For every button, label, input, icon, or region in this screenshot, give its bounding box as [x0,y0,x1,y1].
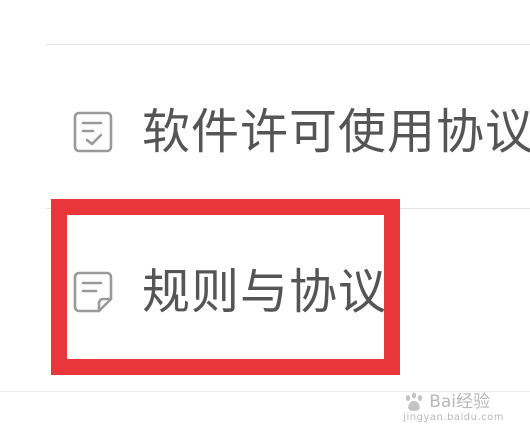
document-lines-icon [70,269,116,315]
menu-item-rules-and-agreements[interactable]: 规则与协议 [0,252,530,332]
menu-item-software-license[interactable]: 软件许可使用协议 [0,92,530,172]
divider [46,44,530,45]
paw-logo-icon [403,392,425,412]
document-check-icon [70,109,116,155]
menu-item-label: 规则与协议 [142,264,388,320]
settings-page: 软件许可使用协议 规则与协议 Bai经验 jingyan.baidu.com [0,0,530,434]
divider [46,208,530,209]
menu-item-label: 软件许可使用协议 [142,104,530,160]
watermark-url: jingyan.baidu.com [403,412,504,423]
watermark-brand: Bai经验 [429,392,491,412]
watermark: Bai经验 jingyan.baidu.com [403,392,504,424]
